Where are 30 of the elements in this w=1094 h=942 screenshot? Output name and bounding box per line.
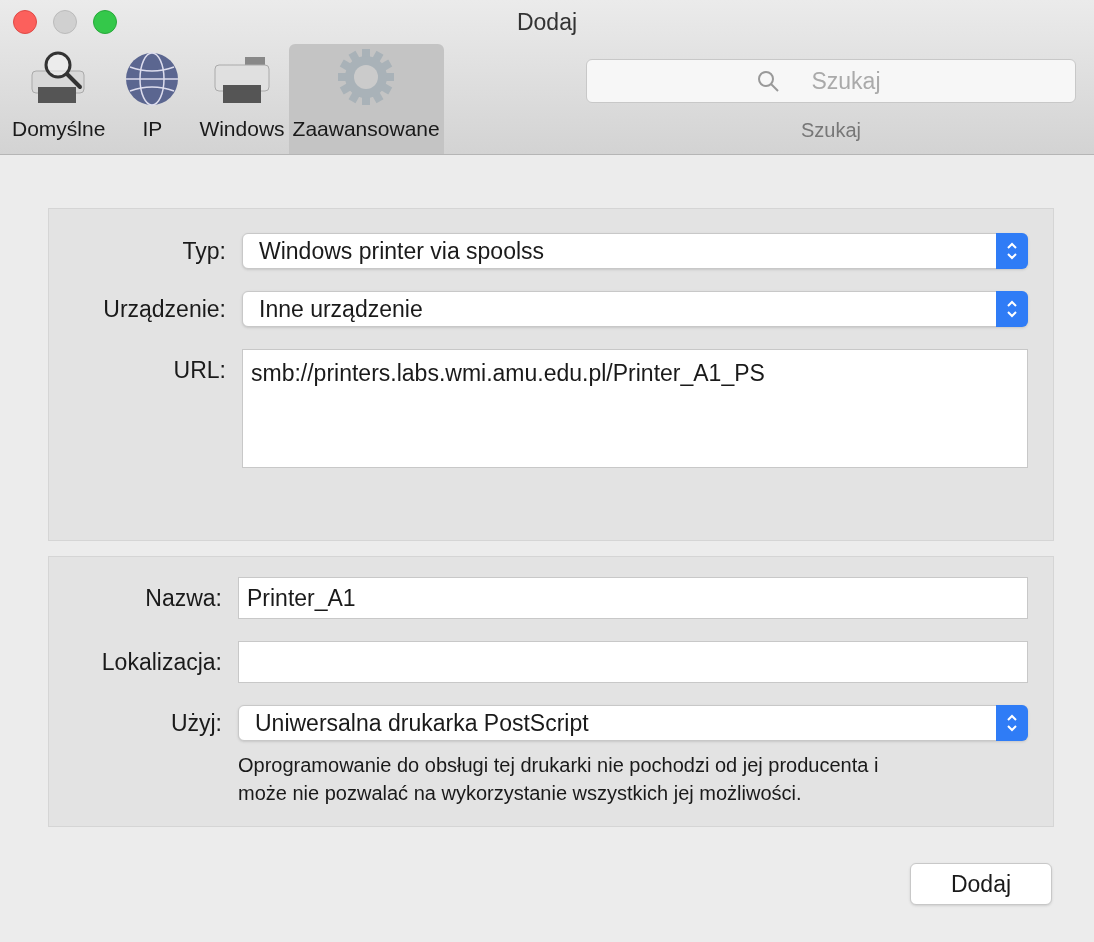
text-field[interactable] — [238, 641, 1028, 683]
popup-menu[interactable]: Inne urządzenie — [242, 291, 1028, 327]
zoom-button[interactable] — [93, 10, 117, 34]
search-field[interactable]: Szukaj — [586, 59, 1076, 103]
stepper-icon — [996, 291, 1028, 327]
globe-icon — [124, 50, 181, 107]
driver-note: Oprogramowanie do obsługi tej drukarki nie pochodzi od jej producenta i może nie pozwalać na wykorzystanie wszystkich jej możliwości. — [238, 753, 880, 806]
field-label: Użyj: — [169, 708, 223, 738]
toolbar-tab[interactable]: IP — [109, 44, 196, 154]
url-field[interactable]: smb://printers.labs.wmi.amu.edu.pl/Printer_A1_PS — [242, 349, 1028, 468]
add-button[interactable]: Dodaj — [910, 863, 1052, 905]
field-label: Typ: — [181, 236, 227, 266]
field-label: Urządzenie: — [102, 294, 227, 324]
popup-menu[interactable]: Uniwersalna drukarka PostScript — [238, 705, 1028, 741]
field-label: Lokalizacja: — [100, 647, 223, 677]
search-label: Szukaj — [801, 118, 861, 143]
text-field[interactable]: Printer_A1 — [238, 577, 1028, 619]
toolbar-tab[interactable]: Windows — [195, 44, 289, 154]
window-title: Dodaj — [516, 7, 578, 37]
minimize-button[interactable] — [53, 10, 77, 34]
gear-icon — [336, 46, 397, 107]
close-button[interactable] — [13, 10, 37, 34]
field-label: Nazwa: — [144, 583, 223, 613]
field-label: URL: — [172, 356, 227, 385]
search-icon — [756, 69, 780, 93]
toolbar-tab[interactable]: Domyślne — [8, 44, 110, 154]
stepper-icon — [996, 705, 1028, 741]
popup-menu[interactable]: Windows printer via spoolss — [242, 233, 1028, 269]
stepper-icon — [996, 233, 1028, 269]
toolbar-tab[interactable]: Zaawansowane — [288, 44, 444, 154]
